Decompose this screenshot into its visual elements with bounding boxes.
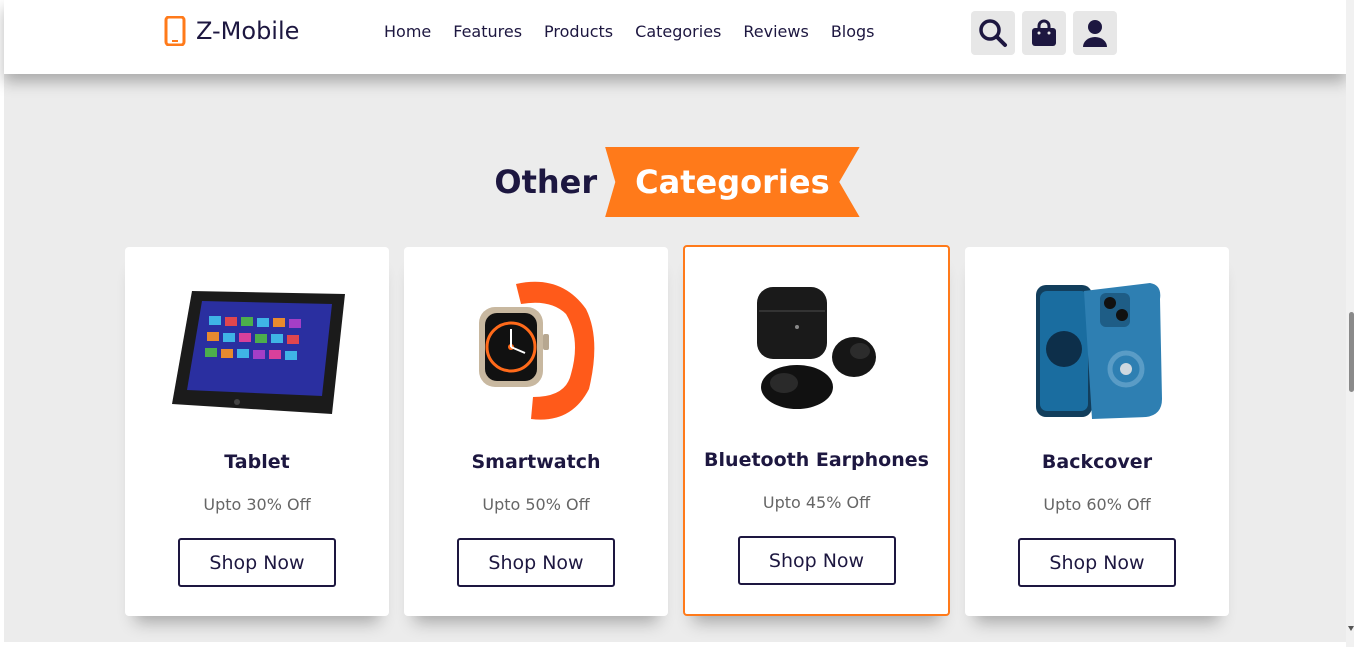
nav-categories[interactable]: Categories (635, 22, 721, 41)
tablet-image (162, 271, 352, 431)
main-nav: Home Features Products Categories Review… (384, 22, 875, 41)
section-heading: Other Categories (0, 147, 1354, 217)
category-offer: Upto 50% Off (482, 495, 590, 514)
left-edge (0, 0, 4, 647)
nav-reviews[interactable]: Reviews (743, 22, 808, 41)
site-header: Z-Mobile Home Features Products Categori… (4, 0, 1346, 74)
shop-now-button[interactable]: Shop Now (1018, 538, 1176, 587)
category-card-tablet[interactable]: Tablet Upto 30% Off Shop Now (125, 247, 389, 616)
cart-button[interactable] (1022, 11, 1066, 55)
category-offer: Upto 60% Off (1043, 495, 1151, 514)
logo[interactable]: Z-Mobile (164, 16, 299, 46)
user-icon (1083, 20, 1107, 47)
mobile-phone-icon (164, 16, 186, 46)
account-button[interactable] (1073, 11, 1117, 55)
category-name: Backcover (1041, 451, 1153, 473)
nav-blogs[interactable]: Blogs (831, 22, 875, 41)
category-name: Smartwatch (471, 451, 601, 473)
category-card-smartwatch[interactable]: Smartwatch Upto 50% Off Shop Now (404, 247, 668, 616)
smartwatch-icon (479, 281, 595, 420)
category-name: Bluetooth Earphones (704, 449, 929, 471)
nav-features[interactable]: Features (453, 22, 522, 41)
category-offer: Upto 30% Off (203, 495, 311, 514)
shop-now-button[interactable]: Shop Now (178, 538, 336, 587)
nav-home[interactable]: Home (384, 22, 431, 41)
page: Z-Mobile Home Features Products Categori… (0, 0, 1354, 647)
nav-products[interactable]: Products (544, 22, 613, 41)
shopping-bag-icon (1032, 19, 1056, 46)
heading-highlight-word: Categories (605, 147, 860, 217)
earphones-icon (756, 287, 876, 409)
category-cards: Tablet Upto 30% Off Shop Now Smartwatch (125, 245, 1229, 616)
smartwatch-image (441, 271, 631, 431)
phone-case-icon (1036, 282, 1162, 419)
header-actions (971, 11, 1117, 55)
backcover-image (1002, 271, 1192, 431)
earphones-image (722, 269, 912, 429)
search-icon (979, 19, 1007, 47)
category-offer: Upto 45% Off (762, 493, 871, 512)
page-bottom-edge (0, 642, 1346, 647)
scroll-down-arrow-icon[interactable] (1348, 626, 1354, 631)
shop-now-button[interactable]: Shop Now (457, 538, 615, 587)
shop-now-button[interactable]: Shop Now (737, 536, 896, 585)
category-name: Tablet (224, 451, 290, 473)
brand-name: Z-Mobile (196, 17, 300, 45)
search-button[interactable] (971, 11, 1015, 55)
category-card-backcover[interactable]: Backcover Upto 60% Off Shop Now (965, 247, 1229, 616)
category-card-bluetooth-earphones[interactable]: Bluetooth Earphones Upto 45% Off Shop No… (683, 245, 950, 616)
heading-dark-word: Other (494, 163, 598, 201)
scrollbar-thumb[interactable] (1349, 312, 1354, 392)
tablet-icon (172, 291, 345, 414)
